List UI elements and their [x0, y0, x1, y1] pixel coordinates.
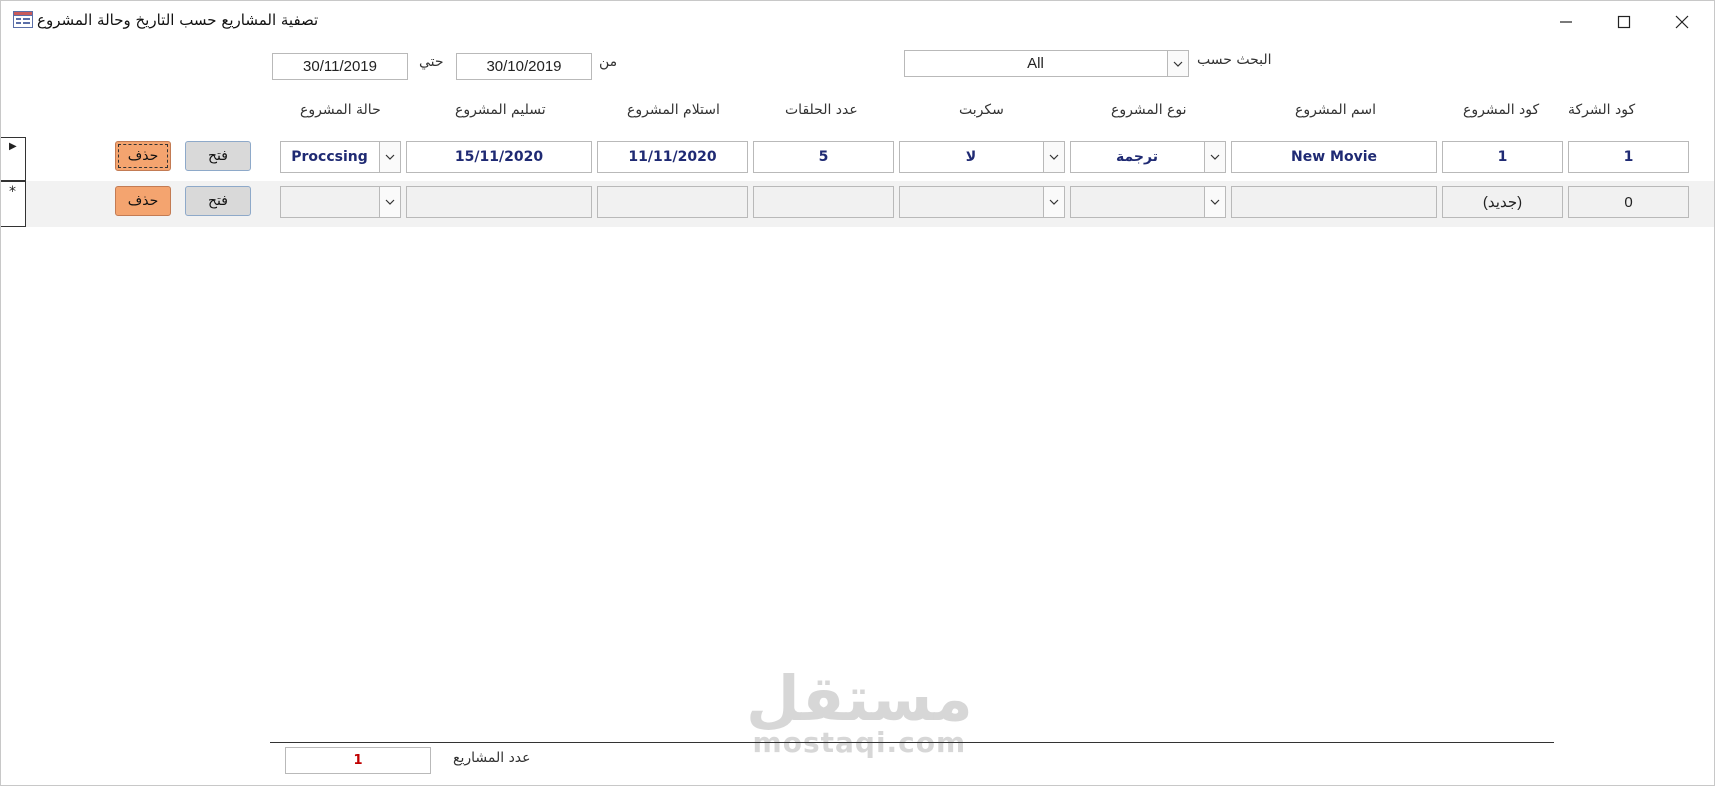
chevron-down-icon[interactable] — [1204, 187, 1225, 217]
chevron-down-icon[interactable] — [1204, 142, 1225, 172]
project-name-cell[interactable] — [1231, 186, 1437, 218]
watermark-latin: mostaqi.com — [752, 726, 967, 759]
form-icon — [13, 11, 33, 28]
chevron-down-icon[interactable] — [379, 187, 400, 217]
project-type-combo[interactable] — [1070, 186, 1226, 218]
watermark-logo: مستقل mostaqi.com — [746, 662, 973, 759]
from-label: من — [599, 54, 618, 70]
maximize-icon — [1617, 15, 1631, 29]
script-combo[interactable] — [899, 186, 1065, 218]
open-button[interactable]: فتح — [185, 186, 251, 216]
delete-button[interactable]: حذف — [115, 141, 171, 171]
close-icon — [1675, 15, 1689, 29]
current-record-icon: ▶ — [9, 141, 17, 152]
status-value: Proccsing — [291, 149, 368, 165]
to-date-field[interactable]: 30/11/2019 — [272, 53, 408, 80]
minimize-button[interactable] — [1543, 7, 1589, 37]
company-code-cell[interactable]: 0 — [1568, 186, 1689, 218]
column-header-status: حالة المشروع — [300, 102, 381, 118]
column-header-received: استلام المشروع — [627, 102, 720, 118]
project-code-cell[interactable]: (جديد) — [1442, 186, 1563, 218]
project-code-cell[interactable]: 1 — [1442, 141, 1563, 173]
episodes-cell[interactable]: 5 — [753, 141, 894, 173]
status-combo[interactable]: Proccsing — [280, 141, 401, 173]
footer-divider — [270, 742, 1554, 743]
search-by-label: البحث حسب — [1197, 52, 1272, 68]
script-combo[interactable]: لا — [899, 141, 1065, 173]
project-name-cell[interactable]: New Movie — [1231, 141, 1437, 173]
delivery-date-cell[interactable] — [406, 186, 592, 218]
chevron-down-icon[interactable] — [379, 142, 400, 172]
column-header-project-type: نوع المشروع — [1111, 102, 1187, 118]
column-header-company-code: كود الشركة — [1568, 102, 1636, 118]
window-title: تصفية المشاريع حسب التاريخ وحالة المشروع — [37, 11, 319, 29]
column-header-project-name: اسم المشروع — [1295, 102, 1376, 118]
watermark-arabic: مستقل — [746, 662, 973, 735]
project-type-value: ترجمة — [1116, 149, 1158, 165]
close-button[interactable] — [1659, 7, 1705, 37]
open-button[interactable]: فتح — [185, 141, 251, 171]
episodes-cell[interactable] — [753, 186, 894, 218]
search-by-value: All — [1027, 55, 1044, 72]
search-by-combo[interactable]: All — [904, 50, 1189, 77]
from-date-field[interactable]: 30/10/2019 — [456, 53, 592, 80]
received-date-cell[interactable] — [597, 186, 748, 218]
script-value: لا — [965, 149, 977, 165]
project-count-label: عدد المشاريع — [453, 750, 531, 766]
minimize-icon — [1560, 21, 1572, 23]
form-window: تصفية المشاريع حسب التاريخ وحالة المشروع… — [0, 0, 1715, 786]
chevron-down-icon[interactable] — [1167, 51, 1188, 76]
column-header-script: سكربت — [959, 102, 1004, 118]
project-type-combo[interactable]: ترجمة — [1070, 141, 1226, 173]
delivery-date-cell[interactable]: 15/11/2020 — [406, 141, 592, 173]
company-code-cell[interactable]: 1 — [1568, 141, 1689, 173]
received-date-cell[interactable]: 11/11/2020 — [597, 141, 748, 173]
column-header-episodes: عدد الحلقات — [785, 102, 858, 118]
status-combo[interactable] — [280, 186, 401, 218]
chevron-down-icon[interactable] — [1043, 142, 1064, 172]
delete-button[interactable]: حذف — [115, 186, 171, 216]
chevron-down-icon[interactable] — [1043, 187, 1064, 217]
project-count-field: 1 — [285, 747, 431, 774]
record-selector-new[interactable]: * — [1, 181, 26, 227]
new-record-icon: * — [9, 184, 16, 200]
to-label: حتي — [419, 54, 444, 70]
record-selector-current[interactable]: ▶ — [1, 137, 26, 181]
column-header-project-code: كود المشروع — [1463, 102, 1540, 118]
maximize-button[interactable] — [1601, 7, 1647, 37]
column-header-delivery: تسليم المشروع — [455, 102, 546, 118]
